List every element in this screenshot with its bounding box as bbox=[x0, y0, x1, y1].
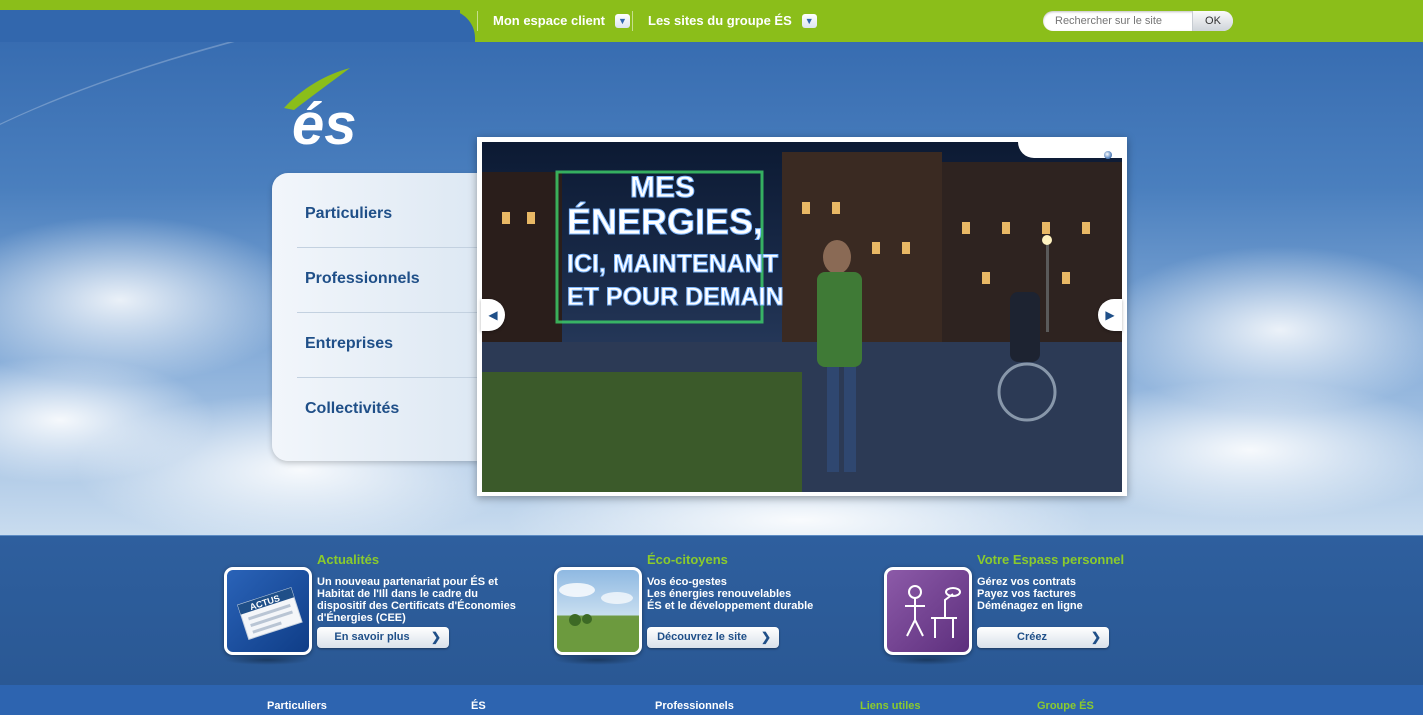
button-label: Découvrez le site bbox=[657, 631, 747, 643]
feature-link[interactable]: Gérez vos contrats bbox=[977, 576, 1177, 588]
footer-col-particuliers[interactable]: Particuliers bbox=[267, 700, 327, 712]
svg-text:ET POUR DEMAIN: ET POUR DEMAIN bbox=[567, 283, 784, 311]
feature-title[interactable]: Actualités bbox=[317, 552, 379, 567]
feature-link[interactable]: ÉS et le développement durable bbox=[647, 600, 847, 612]
feature-title[interactable]: Votre Espass personnel bbox=[977, 552, 1124, 567]
eco-thumbnail[interactable] bbox=[554, 567, 642, 655]
svg-text:és: és bbox=[292, 92, 357, 148]
feature-text: Un nouveau partenariat pour ÉS et Habita… bbox=[317, 576, 517, 624]
footer-col-professionnels[interactable]: Professionnels bbox=[655, 700, 734, 712]
feature-link[interactable]: Les énergies renouvelables bbox=[647, 588, 847, 600]
thumbnail-shadow bbox=[224, 655, 310, 665]
chevron-down-icon[interactable]: ▼ bbox=[614, 13, 630, 28]
slider-pager-tab bbox=[1018, 142, 1122, 159]
newspaper-icon: ACTUS bbox=[237, 587, 303, 640]
menu-item-label: Professionnels bbox=[305, 270, 420, 287]
topnav-separator bbox=[632, 11, 633, 31]
feature-line[interactable]: Un nouveau partenariat pour ÉS et Habita… bbox=[317, 576, 517, 624]
decouvrez-le-site-button[interactable]: Découvrez le site ❯ bbox=[647, 627, 779, 648]
feature-title[interactable]: Éco-citoyens bbox=[647, 552, 728, 567]
chevron-right-icon: ❯ bbox=[1090, 630, 1101, 644]
footer-col-es[interactable]: ÉS bbox=[471, 700, 486, 712]
feature-actualites: ACTUS Actualités Un nouveau partenariat … bbox=[224, 550, 534, 680]
menu-item-professionnels[interactable]: Professionnels bbox=[297, 247, 477, 313]
feature-espass: Votre Espass personnel Gérez vos contrat… bbox=[884, 550, 1194, 680]
chevron-down-icon[interactable]: ▼ bbox=[801, 13, 817, 28]
svg-text:MES: MES bbox=[630, 171, 695, 204]
es-logo[interactable]: és bbox=[282, 66, 382, 157]
search-input[interactable] bbox=[1055, 15, 1195, 27]
chevron-right-icon: ❯ bbox=[430, 630, 441, 644]
menu-item-label: Particuliers bbox=[305, 205, 393, 222]
feature-link[interactable]: Payez vos factures bbox=[977, 588, 1177, 600]
svg-text:ICI, MAINTENANT: ICI, MAINTENANT bbox=[567, 250, 778, 278]
menu-item-entreprises[interactable]: Entreprises bbox=[297, 312, 477, 378]
es-logo-icon: és bbox=[284, 68, 357, 157]
menu-mon-espace-client-label: Mon espace client bbox=[493, 13, 605, 28]
slider-dot[interactable] bbox=[1104, 151, 1112, 159]
feature-text: Gérez vos contrats Payez vos factures Dé… bbox=[977, 576, 1177, 612]
en-savoir-plus-button[interactable]: En savoir plus ❯ bbox=[317, 627, 449, 648]
main-menu: Particuliers Professionnels Entreprises … bbox=[272, 173, 479, 461]
menu-sites-groupe[interactable]: Les sites du groupe ÉS ▼ bbox=[648, 13, 817, 28]
feature-link[interactable]: Déménagez en ligne bbox=[977, 600, 1177, 612]
button-label: En savoir plus bbox=[334, 631, 410, 643]
button-label: Créez bbox=[1017, 631, 1047, 643]
feature-link[interactable]: Vos éco-gestes bbox=[647, 576, 847, 588]
chevron-right-icon: ❯ bbox=[760, 630, 771, 644]
espass-thumbnail[interactable] bbox=[884, 567, 972, 655]
menu-item-particuliers[interactable]: Particuliers bbox=[297, 182, 477, 248]
menu-mon-espace-client[interactable]: Mon espace client ▼ bbox=[493, 13, 630, 28]
actus-thumbnail[interactable]: ACTUS bbox=[224, 567, 312, 655]
thumbnail-shadow bbox=[554, 655, 640, 665]
chevron-right-icon[interactable]: ▶ bbox=[1098, 299, 1122, 331]
menu-item-label: Entreprises bbox=[305, 335, 394, 352]
top-bar-notch bbox=[0, 10, 475, 42]
hero-slide-image[interactable]: MES ÉNERGIES, ICI, MAINTENANT ET POUR DE… bbox=[482, 142, 1122, 492]
footer-col-liens-utiles[interactable]: Liens utiles bbox=[860, 700, 921, 712]
feature-eco-citoyens: Éco-citoyens Vos éco-gestes Les énergies… bbox=[554, 550, 864, 680]
topnav-separator bbox=[477, 11, 478, 31]
feature-text: Vos éco-gestes Les énergies renouvelable… bbox=[647, 576, 847, 612]
landscape-icon bbox=[557, 583, 639, 652]
footer-col-groupe-es[interactable]: Groupe ÉS bbox=[1037, 700, 1094, 712]
person-at-desk-icon bbox=[905, 585, 961, 638]
menu-item-label: Collectivités bbox=[305, 400, 400, 417]
menu-sites-groupe-label: Les sites du groupe ÉS bbox=[648, 13, 792, 28]
footer: Particuliers ÉS Professionnels Liens uti… bbox=[0, 685, 1423, 715]
search-box: OK bbox=[1043, 11, 1233, 31]
hero-illustration: MES ÉNERGIES, ICI, MAINTENANT ET POUR DE… bbox=[482, 152, 1122, 492]
search-button[interactable]: OK bbox=[1192, 11, 1233, 31]
menu-item-collectivites[interactable]: Collectivités bbox=[297, 377, 477, 442]
creez-button[interactable]: Créez ❯ bbox=[977, 627, 1109, 648]
thumbnail-shadow bbox=[884, 655, 970, 665]
hero-slider: MES ÉNERGIES, ICI, MAINTENANT ET POUR DE… bbox=[477, 137, 1127, 496]
svg-text:ÉNERGIES,: ÉNERGIES, bbox=[567, 201, 763, 242]
